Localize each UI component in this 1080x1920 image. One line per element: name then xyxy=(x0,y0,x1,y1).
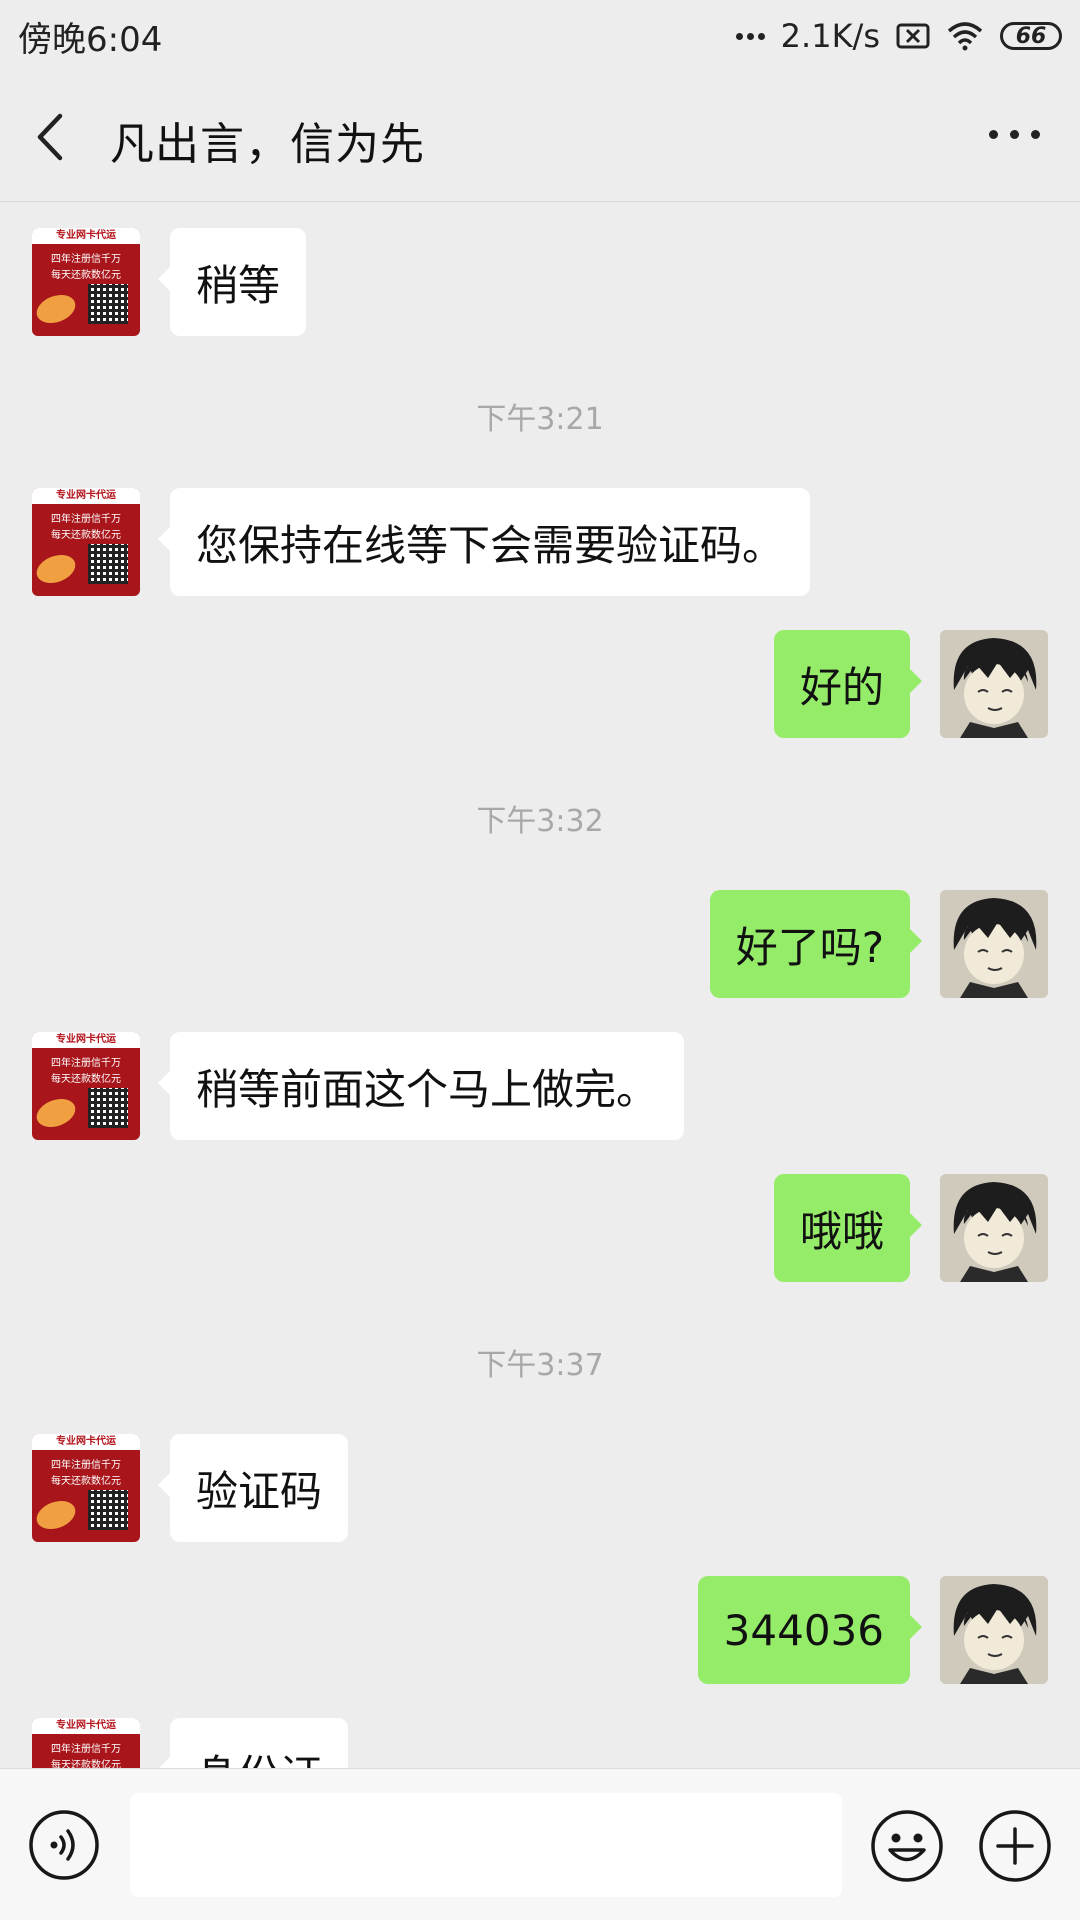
qr-code-icon xyxy=(88,544,128,584)
timestamp: 下午3:37 xyxy=(476,1348,604,1383)
user-avatar[interactable] xyxy=(940,890,1048,998)
credit-card-icon xyxy=(32,549,80,589)
avatar-text-line: 每天还款数亿元 xyxy=(51,1760,121,1768)
battery-icon: 66 xyxy=(1000,22,1062,50)
avatar-banner-icon: 专业网卡代运 xyxy=(32,1434,140,1450)
message-bubble-sent[interactable]: 好了吗? xyxy=(709,890,923,998)
avatar-text-line: 四年注册信千万 xyxy=(51,514,121,525)
contact-avatar[interactable]: 专业网卡代运四年注册信千万 每天还款数亿元 xyxy=(32,488,140,596)
cartoon-face-icon xyxy=(940,1174,1048,1282)
qr-code-icon xyxy=(88,284,128,324)
credit-card-icon xyxy=(32,1495,80,1535)
avatar-banner-icon: 专业网卡代运 xyxy=(32,488,140,504)
status-bar: 傍晚6:04 2.1K/s 66 xyxy=(0,0,1080,72)
contact-avatar[interactable]: 专业网卡代运四年注册信千万 每天还款数亿元 xyxy=(32,228,140,336)
voice-input-icon[interactable] xyxy=(28,1809,100,1881)
message-bubble-received[interactable]: 稍等 xyxy=(157,228,307,336)
signal-dots-icon xyxy=(735,32,765,40)
message-bubble-received[interactable]: 稍等前面这个马上做完。 xyxy=(157,1032,685,1140)
message-bubble-sent[interactable]: 哦哦 xyxy=(773,1174,923,1282)
user-avatar[interactable] xyxy=(940,1576,1048,1684)
network-speed: 2.1K/s xyxy=(780,17,880,55)
user-avatar[interactable] xyxy=(940,630,1048,738)
avatar-banner-icon: 专业网卡代运 xyxy=(32,228,140,244)
back-arrow-icon[interactable] xyxy=(30,110,80,164)
message-input[interactable] xyxy=(130,1793,842,1897)
user-avatar[interactable] xyxy=(940,1174,1048,1282)
avatar-banner-icon: 专业网卡代运 xyxy=(32,1032,140,1048)
message-bubble-received[interactable]: 身份证 xyxy=(157,1718,349,1768)
add-icon[interactable] xyxy=(978,1809,1052,1883)
message-bubble-received[interactable]: 您保持在线等下会需要验证码。 xyxy=(157,488,811,596)
credit-card-icon xyxy=(32,1093,80,1133)
status-time: 傍晚6:04 xyxy=(18,19,163,60)
avatar-text-line: 四年注册信千万 xyxy=(51,1058,121,1069)
cartoon-face-icon xyxy=(940,890,1048,998)
avatar-text-line: 四年注册信千万 xyxy=(51,254,121,265)
wifi-icon xyxy=(947,22,983,51)
credit-card-icon xyxy=(32,289,80,329)
avatar-text-line: 每天还款数亿元 xyxy=(51,1476,121,1487)
contact-avatar[interactable]: 专业网卡代运四年注册信千万 每天还款数亿元 xyxy=(32,1718,140,1768)
contact-avatar[interactable]: 专业网卡代运四年注册信千万 每天还款数亿元 xyxy=(32,1434,140,1542)
message-list[interactable]: 专业网卡代运 四年注册信千万 每天还款数亿元 稍等 下午3:21 专业网卡代运 四年注… xyxy=(0,202,1080,1768)
message-bubble-sent[interactable]: 好的 xyxy=(773,630,923,738)
avatar-text-line: 每天还款数亿元 xyxy=(51,530,121,541)
chat-title: 凡出言，信为先 xyxy=(110,119,425,170)
chat-header: 凡出言，信为先 xyxy=(0,72,1080,202)
chat-screen: 傍晚6:04 2.1K/s 66 凡出言，信为先 专业网卡代运 四年注册信千万 … xyxy=(0,0,1080,1920)
status-indicators: 2.1K/s 66 xyxy=(735,17,1062,55)
contact-avatar[interactable]: 专业网卡代运四年注册信千万 每天还款数亿元 xyxy=(32,1032,140,1140)
avatar-text-line: 四年注册信千万 xyxy=(51,1460,121,1471)
input-bar xyxy=(0,1768,1080,1920)
message-bubble-sent[interactable]: 344036 xyxy=(697,1576,923,1684)
emoji-icon[interactable] xyxy=(870,1809,944,1883)
more-options-icon[interactable] xyxy=(989,130,1040,139)
qr-code-icon xyxy=(88,1490,128,1530)
avatar-text-line: 四年注册信千万 xyxy=(51,1744,121,1755)
cartoon-face-icon xyxy=(940,630,1048,738)
qr-code-icon xyxy=(88,1088,128,1128)
timestamp: 下午3:21 xyxy=(476,402,604,437)
sim-off-icon xyxy=(896,23,930,49)
timestamp: 下午3:32 xyxy=(476,804,604,839)
cartoon-face-icon xyxy=(940,1576,1048,1684)
message-bubble-received[interactable]: 验证码 xyxy=(157,1434,349,1542)
avatar-text-line: 每天还款数亿元 xyxy=(51,270,121,281)
avatar-banner-icon: 专业网卡代运 xyxy=(32,1718,140,1734)
avatar-text-line: 每天还款数亿元 xyxy=(51,1074,121,1085)
